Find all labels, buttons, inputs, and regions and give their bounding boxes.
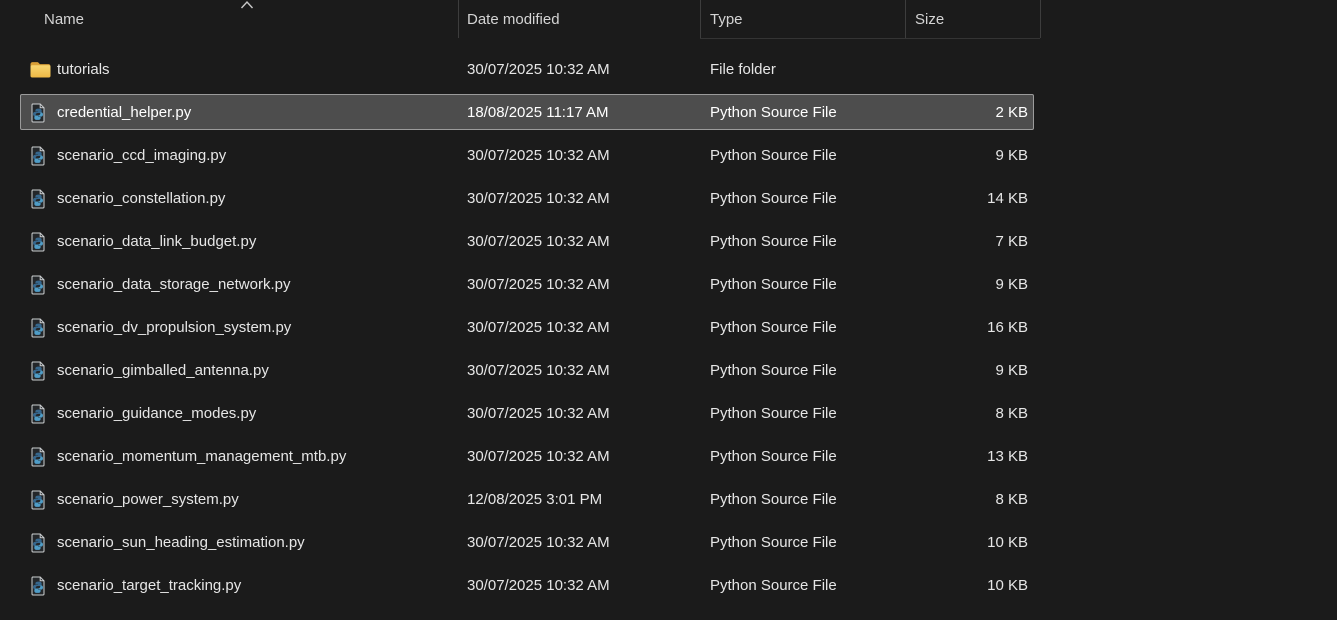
file-name: scenario_momentum_management_mtb.py — [57, 435, 346, 478]
file-name: credential_helper.py — [57, 91, 191, 134]
file-date-modified: 30/07/2025 10:32 AM — [467, 134, 610, 177]
file-name: scenario_dv_propulsion_system.py — [57, 306, 291, 349]
python-file-icon — [30, 318, 46, 338]
file-size: 9 KB — [905, 263, 1028, 306]
column-header-size[interactable]: Size — [915, 0, 944, 40]
file-date-modified: 30/07/2025 10:32 AM — [467, 435, 610, 478]
python-file-icon — [30, 533, 46, 553]
column-header-date-modified[interactable]: Date modified — [467, 0, 560, 40]
file-size: 9 KB — [905, 134, 1028, 177]
file-type: Python Source File — [710, 478, 837, 521]
file-row[interactable]: scenario_constellation.py 30/07/2025 10:3… — [0, 177, 1337, 220]
file-explorer-window: Name Date modified Type Size tutorials 30… — [0, 0, 1337, 620]
file-name: scenario_power_system.py — [57, 478, 239, 521]
file-size: 9 KB — [905, 349, 1028, 392]
file-row[interactable]: scenario_dv_propulsion_system.py 30/07/20… — [0, 306, 1337, 349]
file-date-modified: 30/07/2025 10:32 AM — [467, 177, 610, 220]
file-date-modified: 30/07/2025 10:32 AM — [467, 220, 610, 263]
file-date-modified: 12/08/2025 3:01 PM — [467, 478, 602, 521]
python-file-icon — [30, 576, 46, 596]
file-name: scenario_data_storage_network.py — [57, 263, 290, 306]
column-header-name[interactable]: Name — [44, 0, 84, 40]
file-row[interactable]: scenario_data_storage_network.py 30/07/20… — [0, 263, 1337, 306]
file-type: Python Source File — [710, 392, 837, 435]
file-size: 10 KB — [905, 564, 1028, 607]
file-type: Python Source File — [710, 134, 837, 177]
column-header-type[interactable]: Type — [710, 0, 743, 40]
file-date-modified: 30/07/2025 10:32 AM — [467, 564, 610, 607]
file-date-modified: 30/07/2025 10:32 AM — [467, 521, 610, 564]
python-file-icon — [30, 490, 46, 510]
file-size: 10 KB — [905, 521, 1028, 564]
python-file-icon — [30, 232, 46, 252]
file-name: tutorials — [57, 48, 110, 91]
column-divider[interactable] — [1040, 0, 1041, 38]
file-size — [905, 48, 1028, 91]
sort-ascending-chevron-up-icon — [240, 0, 254, 9]
file-row[interactable]: scenario_power_system.py 12/08/2025 3:01 … — [0, 478, 1337, 521]
file-row[interactable]: scenario_ccd_imaging.py 30/07/2025 10:32 … — [0, 134, 1337, 177]
file-date-modified: 30/07/2025 10:32 AM — [467, 392, 610, 435]
file-row[interactable]: scenario_data_link_budget.py 30/07/2025 1… — [0, 220, 1337, 263]
python-file-icon — [30, 146, 46, 166]
file-size: 7 KB — [905, 220, 1028, 263]
python-file-icon — [30, 275, 46, 295]
file-row[interactable]: scenario_momentum_management_mtb.py 30/07… — [0, 435, 1337, 478]
file-type: Python Source File — [710, 521, 837, 564]
file-date-modified: 30/07/2025 10:32 AM — [467, 263, 610, 306]
file-size: 8 KB — [905, 392, 1028, 435]
file-name: scenario_constellation.py — [57, 177, 225, 220]
file-type: Python Source File — [710, 564, 837, 607]
file-type: File folder — [710, 48, 776, 91]
file-type: Python Source File — [710, 349, 837, 392]
file-name: scenario_ccd_imaging.py — [57, 134, 226, 177]
file-size: 14 KB — [905, 177, 1028, 220]
file-row[interactable]: scenario_guidance_modes.py 30/07/2025 10:… — [0, 392, 1337, 435]
file-row[interactable]: scenario_gimballed_antenna.py 30/07/2025 … — [0, 349, 1337, 392]
file-row[interactable]: credential_helper.py 18/08/2025 11:17 AM P… — [0, 91, 1337, 134]
file-date-modified: 30/07/2025 10:32 AM — [467, 306, 610, 349]
file-size: 2 KB — [905, 91, 1028, 134]
file-size: 8 KB — [905, 478, 1028, 521]
file-row[interactable]: scenario_target_tracking.py 30/07/2025 10… — [0, 564, 1337, 607]
python-file-icon — [30, 189, 46, 209]
file-name: scenario_guidance_modes.py — [57, 392, 256, 435]
python-file-icon — [30, 103, 46, 123]
file-date-modified: 30/07/2025 10:32 AM — [467, 48, 610, 91]
column-divider[interactable] — [700, 0, 701, 38]
column-divider[interactable] — [458, 0, 459, 38]
file-list: tutorials30/07/2025 10:32 AMFile folderc… — [0, 48, 1337, 607]
file-name: scenario_target_tracking.py — [57, 564, 241, 607]
python-file-icon — [30, 404, 46, 424]
column-header-bar: Name Date modified Type Size — [0, 0, 1337, 40]
file-name: scenario_gimballed_antenna.py — [57, 349, 269, 392]
file-date-modified: 18/08/2025 11:17 AM — [467, 91, 609, 134]
file-row[interactable]: tutorials 30/07/2025 10:32 AM File folder — [0, 48, 1337, 91]
file-type: Python Source File — [710, 306, 837, 349]
file-date-modified: 30/07/2025 10:32 AM — [467, 349, 610, 392]
folder-icon — [30, 60, 51, 80]
file-row[interactable]: scenario_sun_heading_estimation.py 30/07/… — [0, 521, 1337, 564]
file-type: Python Source File — [710, 177, 837, 220]
python-file-icon — [30, 447, 46, 467]
header-underline — [700, 38, 1040, 39]
file-type: Python Source File — [710, 263, 837, 306]
file-size: 13 KB — [905, 435, 1028, 478]
file-size: 16 KB — [905, 306, 1028, 349]
file-type: Python Source File — [710, 220, 837, 263]
file-type: Python Source File — [710, 435, 837, 478]
column-divider[interactable] — [905, 0, 906, 38]
file-name: scenario_sun_heading_estimation.py — [57, 521, 305, 564]
python-file-icon — [30, 361, 46, 381]
file-type: Python Source File — [710, 91, 837, 134]
file-name: scenario_data_link_budget.py — [57, 220, 256, 263]
